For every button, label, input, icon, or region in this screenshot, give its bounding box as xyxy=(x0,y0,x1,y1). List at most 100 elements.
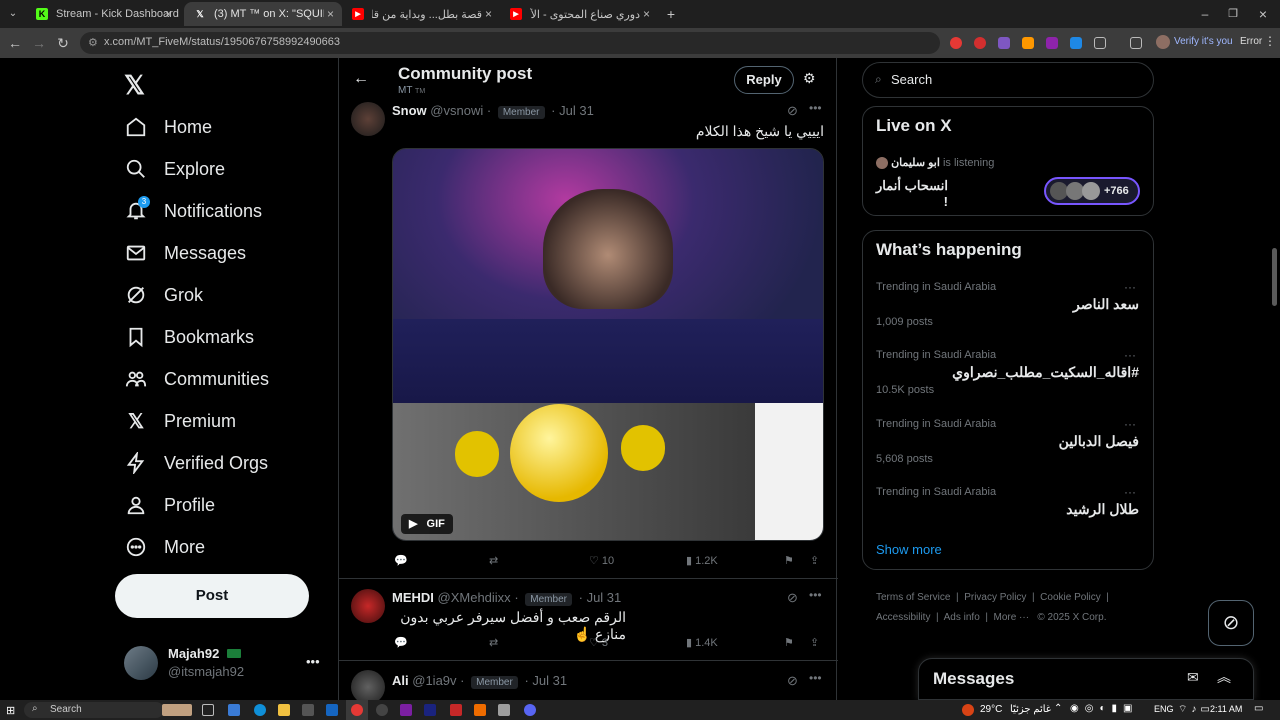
grok-icon[interactable]: ⊘ xyxy=(787,673,798,689)
close-icon[interactable]: × xyxy=(485,7,492,21)
site-info-icon[interactable]: ⚙ xyxy=(88,36,98,49)
avatar[interactable] xyxy=(1156,35,1170,49)
taskbar-search[interactable]: ⌕ Search xyxy=(24,702,164,718)
weather-temp[interactable]: 29°C xyxy=(980,704,1002,715)
nav-profile[interactable]: Profile xyxy=(124,490,215,520)
back-icon[interactable]: ← xyxy=(6,34,24,52)
extension-icon[interactable] xyxy=(974,37,986,49)
tray-icons[interactable]: ◉◎◐▮▣ xyxy=(1070,703,1138,714)
footer-link[interactable]: Privacy Policy xyxy=(964,592,1026,603)
reply-button[interactable]: Reply xyxy=(734,66,794,94)
more-icon[interactable]: ··· xyxy=(1124,485,1136,499)
avatar[interactable] xyxy=(351,670,385,700)
avatar[interactable] xyxy=(124,646,158,680)
network-volume-battery-icons[interactable]: ⌔♪▭ xyxy=(1178,703,1214,716)
minimize-button[interactable]: – xyxy=(1196,5,1214,23)
app-icon[interactable] xyxy=(450,704,462,716)
tab-youtube-2[interactable]: ▶ دوري صناع المحتوى - الأسبوع الـ × xyxy=(500,2,658,26)
avatar[interactable] xyxy=(351,589,385,623)
trend-item[interactable]: فيصل الدبالين xyxy=(1059,433,1139,450)
x-logo-icon[interactable]: 𝕏 xyxy=(124,70,145,101)
tab-search-icon[interactable]: ⌄ xyxy=(4,5,22,23)
close-icon[interactable]: × xyxy=(643,7,650,21)
tweet-gif[interactable]: ▶ GIF xyxy=(392,148,824,541)
new-message-icon[interactable]: ✉ xyxy=(1187,669,1199,686)
more-icon[interactable]: ••• xyxy=(809,101,822,115)
extension-icon[interactable] xyxy=(1070,37,1082,49)
grok-icon[interactable]: ⊘ xyxy=(787,590,798,606)
explorer-icon[interactable] xyxy=(278,704,290,716)
grok-icon[interactable]: ⊘ xyxy=(787,103,798,119)
more-icon[interactable]: ··· xyxy=(1124,417,1136,431)
nav-premium[interactable]: 𝕏 Premium xyxy=(124,406,236,436)
like-button[interactable]: ♡ 3 xyxy=(589,636,608,649)
author-name[interactable]: Ali xyxy=(392,673,409,688)
extension-icon[interactable] xyxy=(1022,37,1034,49)
author-name[interactable]: MEHDI xyxy=(392,590,434,605)
gif-label[interactable]: ▶ GIF xyxy=(401,514,453,534)
language-indicator[interactable]: ENG xyxy=(1154,704,1174,714)
tweet-date[interactable]: Jul 31 xyxy=(587,590,622,605)
task-view-icon[interactable] xyxy=(202,704,214,716)
extension-icon[interactable] xyxy=(950,37,962,49)
bookmark-icon[interactable]: ⚑ xyxy=(784,636,794,649)
retweet-icon[interactable]: ⇄ xyxy=(489,636,498,649)
avatar[interactable] xyxy=(351,102,385,136)
views-count[interactable]: ▮ 1.2K xyxy=(686,554,718,567)
nav-messages[interactable]: Messages xyxy=(124,238,246,268)
retweet-icon[interactable]: ⇄ xyxy=(489,554,498,567)
nav-explore[interactable]: Explore xyxy=(124,154,225,184)
extension-icon[interactable] xyxy=(1046,37,1058,49)
clock[interactable]: 2:11 AM xyxy=(1210,704,1242,714)
sidebar-icon[interactable] xyxy=(1130,37,1142,49)
maximize-button[interactable]: ❐ xyxy=(1224,5,1242,23)
nav-bookmarks[interactable]: Bookmarks xyxy=(124,322,254,352)
footer-link[interactable]: More ··· xyxy=(994,612,1030,623)
nav-verified-orgs[interactable]: Verified Orgs xyxy=(124,448,268,478)
scrollbar-thumb[interactable] xyxy=(1272,248,1277,306)
tab-x-post[interactable]: 𝕏 (3) MT ™ on X: "SQUID GAME × xyxy=(184,2,342,26)
nav-grok[interactable]: Grok xyxy=(124,280,203,310)
like-button[interactable]: ♡ 10 xyxy=(589,554,614,567)
app-icon[interactable] xyxy=(474,704,486,716)
author-handle[interactable]: @1ia9v xyxy=(412,673,456,688)
nav-communities[interactable]: Communities xyxy=(124,364,269,394)
discord-icon[interactable] xyxy=(524,704,536,716)
app-icon[interactable] xyxy=(400,704,412,716)
footer-link[interactable]: Cookie Policy xyxy=(1040,592,1101,603)
space-title[interactable]: انسحاب أنمار ! xyxy=(876,178,948,209)
nav-more[interactable]: More xyxy=(124,532,205,562)
widget-image[interactable] xyxy=(162,704,192,716)
footer-link[interactable]: Terms of Service xyxy=(876,592,950,603)
weather-text[interactable]: غائم جزئيًا xyxy=(1010,704,1051,715)
window-close-button[interactable]: × xyxy=(1254,5,1272,23)
close-icon[interactable]: × xyxy=(327,7,334,21)
chevron-up-icon[interactable]: ⌃ xyxy=(1054,703,1062,714)
author-handle[interactable]: @vsnowi xyxy=(430,103,483,118)
search-input[interactable]: ⌕ Search xyxy=(862,62,1154,98)
new-tab-button[interactable]: + xyxy=(662,5,680,23)
trend-item[interactable]: طلال الرشيد xyxy=(1066,501,1139,518)
menu-icon[interactable]: ⋮ xyxy=(1264,34,1276,48)
grok-floating-button[interactable]: ⊘ xyxy=(1208,600,1254,646)
notification-center-icon[interactable]: ▭ xyxy=(1254,703,1263,714)
more-icon[interactable]: ··· xyxy=(1124,280,1136,294)
nav-home[interactable]: Home xyxy=(124,112,212,142)
show-more-link[interactable]: Show more xyxy=(876,542,942,557)
more-icon[interactable]: ··· xyxy=(1124,348,1136,362)
reply-icon[interactable]: 💬 xyxy=(394,636,408,649)
messages-drawer[interactable]: Messages ✉ ︽ xyxy=(918,658,1254,700)
chrome-icon[interactable] xyxy=(351,704,363,716)
windows-start-icon[interactable]: ⊞ xyxy=(6,704,15,717)
copilot-icon[interactable] xyxy=(228,704,240,716)
puzzle-icon[interactable] xyxy=(1094,37,1106,49)
tab-kick[interactable]: K Stream - Kick Dashboard × xyxy=(26,2,180,26)
account-menu-icon[interactable]: ••• xyxy=(306,654,320,669)
app-icon[interactable] xyxy=(376,704,388,716)
steam-icon[interactable] xyxy=(424,704,436,716)
footer-link[interactable]: Ads info xyxy=(944,612,980,623)
listeners-pill[interactable]: +766 xyxy=(1044,177,1140,205)
more-icon[interactable]: ••• xyxy=(809,588,822,602)
live-host[interactable]: ابو سليمان is listening xyxy=(876,156,994,170)
forward-icon[interactable]: → xyxy=(30,34,48,52)
